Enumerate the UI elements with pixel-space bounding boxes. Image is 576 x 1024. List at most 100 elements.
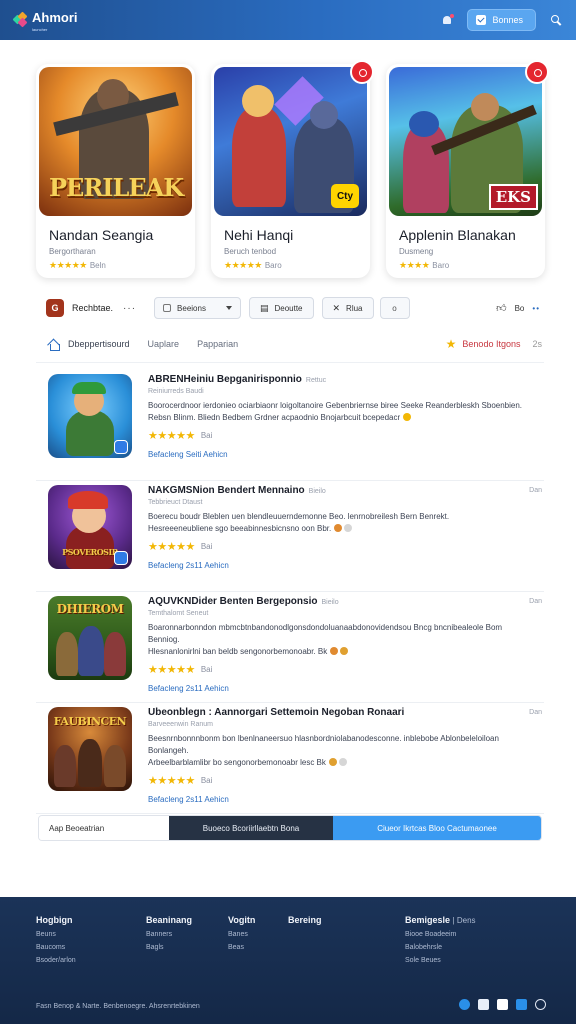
footer: Hogbign Beuns Baucoms Bsoder/arlon Beani…	[0, 897, 576, 1024]
footer-heading: Hogbign	[36, 915, 73, 925]
emoji-icon	[334, 524, 343, 532]
more-options-icon[interactable]: ···	[123, 303, 136, 314]
emoji-icon	[329, 758, 338, 766]
platform-badge-icon	[114, 440, 128, 454]
filter-button[interactable]: ▤ Deoutte	[248, 297, 314, 319]
filter-doc-icon: ▤	[259, 302, 269, 313]
rating-text: Beln	[89, 261, 106, 270]
featured-card-title: Applenin Blanakan	[399, 227, 516, 243]
logo[interactable]: Ahmori launcher	[12, 9, 78, 32]
list-item[interactable]: PSOVEROSIR NAKGMSNion Bendert Mennaino Bi…	[36, 481, 544, 592]
rating-text: Bai	[200, 665, 213, 674]
app-meta: Tebbrieuct Dtaust	[148, 499, 203, 506]
chevron-down-icon	[225, 306, 232, 310]
favorite-icon[interactable]	[350, 60, 374, 84]
notification-bell-icon[interactable]	[441, 14, 455, 26]
footer-column: Bereing	[288, 915, 322, 925]
app-link[interactable]: Befacleng 2s11 Aehicn	[148, 561, 534, 570]
social-page-icon[interactable]	[497, 999, 508, 1010]
featured-link[interactable]: Benodo Itgons	[462, 339, 520, 349]
app-description-2: Arbeelbarblamlibr bo sengonorbemonoabr l…	[148, 758, 326, 767]
social-circle-icon[interactable]	[459, 999, 470, 1010]
footer-link[interactable]: Baucoms	[36, 944, 76, 951]
primary-action-button[interactable]: Ciueor Ikrtcas Bloo Cactumaonee	[333, 816, 541, 840]
logo-text: Ahmori	[32, 9, 78, 25]
social-share-icon[interactable]	[516, 999, 527, 1010]
footer-link[interactable]: Bsoder/arlon	[36, 957, 76, 964]
thumbs-up-icon[interactable]: 👍︎	[496, 302, 506, 314]
app-title: NAKGMSNion Bendert Mennaino	[148, 485, 305, 496]
tab-popular[interactable]: Papparian	[197, 339, 238, 349]
footer-heading: Vogitn	[228, 915, 256, 925]
app-list: ABRENHeiniu Bepganirisponnio Rettuc Reini…	[36, 370, 544, 814]
rating-stars-icon: ★★★★★	[148, 775, 195, 787]
divider	[36, 362, 544, 363]
rating-stars-icon: ★★★★★	[224, 260, 262, 270]
featured-card[interactable]: Cty Nehi Hanqi Beruch tenbod ★★★★★ Baro	[211, 60, 374, 278]
category-tabs: Dbeppertisourd Uaplare Papparian ★ Benod…	[48, 334, 542, 354]
footer-link[interactable]: Biooe Boadeeim	[405, 931, 476, 938]
social-square-icon[interactable]	[478, 999, 489, 1010]
featured-card-subtitle: Dusmeng	[399, 247, 434, 256]
rating-stars-icon: ★★★★	[399, 260, 430, 270]
list-item[interactable]: FAUBINCEN Ubeonblegn : Aannorgari Settem…	[36, 703, 544, 814]
app-title: ABRENHeiniu Bepganirisponnio	[148, 374, 302, 385]
app-description-2: Hlesnanlonirlni ban beldb sengonorbemono…	[148, 647, 328, 656]
featured-card-image: EKS	[389, 67, 542, 216]
featured-cards: PERILEAK Nandan Seangia Bergortharan ★★★…	[36, 60, 549, 278]
social-links	[459, 999, 546, 1010]
footer-link[interactable]: Banners	[146, 931, 192, 938]
footer-link[interactable]: Balobehrsle	[405, 944, 476, 951]
list-item[interactable]: DHIEROM AQUVKNDider Benten Bergeponsio Bi…	[36, 592, 544, 703]
app-thumbnail	[48, 374, 132, 458]
featured-card-image: Cty	[214, 67, 367, 216]
app-link[interactable]: Befacleng 2s11 Aehicn	[148, 684, 534, 693]
app-search-field[interactable]: Aap Beoeatrian	[39, 816, 169, 840]
settings-button[interactable]: o	[379, 297, 410, 319]
app-thumbnail: DHIEROM	[48, 596, 132, 680]
footer-link[interactable]: Banes	[228, 931, 255, 938]
emoji-icon	[403, 413, 412, 421]
footer-link[interactable]: Bagls	[146, 944, 192, 951]
footer-link[interactable]: Sole Beues	[405, 957, 476, 964]
header-action-button[interactable]: Bonnes	[467, 9, 536, 31]
emoji-icon	[344, 524, 353, 532]
search-icon[interactable]	[550, 14, 562, 26]
tools-button[interactable]: ✕ Rlua	[321, 297, 374, 319]
sort-select-label: Beeions	[177, 303, 206, 313]
top-header: Ahmori launcher Bonnes	[0, 0, 576, 40]
app-thumbnail: FAUBINCEN	[48, 707, 132, 791]
app-link[interactable]: Befacleng 2s11 Aehicn	[148, 795, 534, 804]
rating-stars-icon: ★★★★★	[148, 664, 195, 676]
secondary-action-button[interactable]: Buoeco Bcoriirllaebtn Bona	[169, 816, 333, 840]
footer-link[interactable]: Beuns	[36, 931, 76, 938]
footer-link[interactable]: Beas	[228, 944, 255, 951]
select-box-icon	[163, 304, 172, 312]
favorite-icon[interactable]	[525, 60, 549, 84]
footer-heading: Beaninang	[146, 915, 193, 925]
settings-button-label: o	[392, 303, 397, 313]
header-action-label: Bonnes	[492, 15, 523, 25]
rating-text: Bai	[200, 431, 213, 440]
tab-home[interactable]: Dbeppertisourd	[48, 339, 130, 351]
tab-updates[interactable]: Uaplare	[148, 339, 180, 349]
filter-app-label: Rechbtae.	[72, 303, 114, 313]
app-icon[interactable]: G	[46, 299, 64, 317]
social-refresh-icon[interactable]	[535, 999, 546, 1010]
rating-text: Bai	[200, 776, 213, 785]
featured-card-caption: PERILEAK	[49, 173, 184, 202]
featured-card[interactable]: EKS Applenin Blanakan Dusmeng ★★★★ Baro	[386, 60, 549, 278]
featured-card-title: Nandan Seangia	[49, 227, 154, 243]
logo-subtitle: launcher	[32, 26, 48, 32]
footer-column: Hogbign Beuns Baucoms Bsoder/arlon	[36, 915, 76, 964]
pagination-dots[interactable]: ••	[532, 304, 540, 313]
sort-select[interactable]: Beeions	[154, 297, 241, 319]
home-icon	[48, 339, 60, 351]
rating-stars-icon: ★★★★★	[49, 260, 87, 270]
app-link[interactable]: Befacleng Seiti Aehicn	[148, 450, 534, 459]
app-description: Boorocerdnoor ierdonieo ociarbiaonr loig…	[148, 401, 523, 410]
list-item[interactable]: ABRENHeiniu Bepganirisponnio Rettuc Reini…	[36, 370, 544, 481]
logo-mark-icon	[12, 11, 28, 28]
featured-card[interactable]: PERILEAK Nandan Seangia Bergortharan ★★★…	[36, 64, 195, 278]
app-title: AQUVKNDider Benten Bergeponsio	[148, 596, 318, 607]
